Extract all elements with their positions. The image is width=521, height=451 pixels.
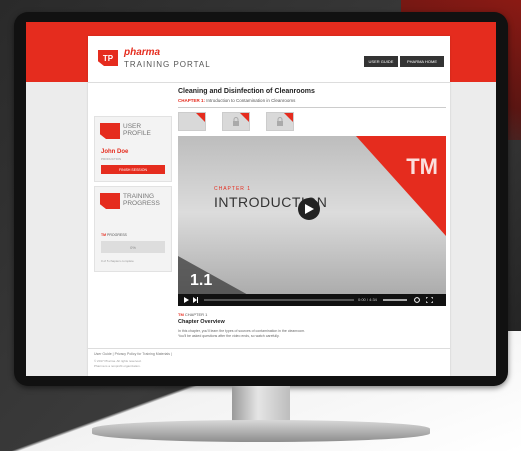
monitor-stand-base (92, 420, 430, 442)
profile-logo-icon (100, 123, 120, 139)
copyright-line2: Pharma is a nonprofit organization. (94, 363, 141, 368)
chapter-thumb-1[interactable] (178, 112, 206, 131)
progress-label: TM PROGRESS (101, 233, 127, 237)
progress-note: 0 of 5 chapters complete (101, 259, 134, 263)
user-guide-link[interactable]: User Guide (94, 352, 112, 356)
video-section-number: 1.1 (190, 272, 213, 289)
screen: TP pharma TRAINING PORTAL USER GUIDE PHA… (26, 22, 496, 376)
chapter-tm: TM (178, 312, 184, 317)
course-title: Cleaning and Disinfection of Cleanrooms (178, 88, 315, 95)
settings-icon[interactable] (414, 297, 420, 303)
progress-bar: 0% (101, 241, 165, 253)
portal-title: TRAINING PORTAL (124, 60, 211, 69)
monitor-frame: TP pharma TRAINING PORTAL USER GUIDE PHA… (14, 12, 508, 386)
progress-label-text: PROGRESS (107, 233, 127, 237)
footer-divider (88, 348, 450, 349)
play-small-icon[interactable] (184, 297, 189, 303)
chapter-name: Introduction to Contamination in Cleanro… (206, 98, 296, 103)
video-red-corner (356, 136, 446, 236)
divider (178, 107, 446, 108)
video-controls: 0:00 / 4:34 (178, 294, 446, 306)
progress-logo-icon (100, 193, 120, 209)
video-time: 0:00 / 4:34 (358, 297, 377, 302)
progress-tm: TM (101, 233, 107, 237)
lock-icon (233, 117, 239, 126)
footer-links: User Guide | Privacy Policy for Training… (94, 352, 172, 356)
privacy-policy-link[interactable]: Privacy Policy for Training Materials (115, 352, 170, 356)
user-name: John Doe (101, 149, 129, 155)
video-chapter-label: CHAPTER 1 (214, 186, 252, 192)
seek-bar[interactable] (204, 299, 354, 301)
copyright-line1: © 2017 Pharma. All rights reserved. (94, 359, 142, 363)
video-player[interactable]: TM CHAPTER 1 INTRODUCTION 1.1 0:00 / 4:3… (178, 136, 446, 306)
chapter-prefix: CHAPTER 1: (178, 98, 206, 103)
thumb-corner (196, 113, 205, 122)
progress-title-line2: PROGRESS (123, 200, 160, 207)
play-button[interactable] (298, 198, 320, 220)
lock-icon (277, 117, 283, 126)
thumb-corner (240, 113, 249, 122)
brand-name: pharma (124, 47, 161, 58)
user-profile-title: USER PROFILE (123, 123, 151, 137)
chapter-desc-line2: You'll be asked questions after the vide… (178, 334, 280, 338)
training-progress-card: TRAINING PROGRESS TM PROGRESS 0% 0 of 5 … (94, 186, 172, 272)
chapter-label: TM CHAPTER 1 (178, 312, 207, 317)
thumb-corner (284, 113, 293, 122)
pharma-home-button[interactable]: PHARMA HOME (400, 56, 444, 67)
profile-title-line1: USER (123, 123, 142, 130)
chapter-subtitle: CHAPTER 1: Introduction to Contamination… (178, 98, 295, 103)
chapter-description: In this chapter, you'll learn the types … (178, 329, 438, 339)
chapter-thumb-3[interactable] (266, 112, 294, 131)
profile-title-line2: PROFILE (123, 130, 151, 137)
footer-copyright: © 2017 Pharma. All rights reserved. Phar… (94, 359, 141, 368)
fullscreen-icon[interactable] (426, 297, 433, 303)
play-icon (305, 204, 314, 214)
chapter-thumb-2[interactable] (222, 112, 250, 131)
page-header: TP pharma TRAINING PORTAL USER GUIDE PHA… (88, 36, 450, 83)
tp-logo-icon[interactable]: TP (98, 50, 118, 66)
training-progress-title: TRAINING PROGRESS (123, 193, 160, 207)
user-role: PRODUCTION (101, 157, 122, 161)
portal-page: TP pharma TRAINING PORTAL USER GUIDE PHA… (88, 36, 450, 376)
chapter-overview-heading: Chapter Overview (178, 319, 225, 325)
progress-title-line1: TRAINING (123, 193, 155, 200)
user-profile-card: USER PROFILE John Doe PRODUCTION FINISH … (94, 116, 172, 182)
logo-mark-text: TP (102, 53, 114, 63)
video-tm-mark: TM (406, 154, 438, 179)
next-icon[interactable] (193, 297, 198, 303)
chapter-label-text: CHAPTER 1 (184, 312, 208, 317)
volume-slider[interactable] (383, 299, 407, 301)
user-guide-button[interactable]: USER GUIDE (364, 56, 398, 67)
finish-session-button[interactable]: FINISH SESSION (101, 165, 165, 174)
